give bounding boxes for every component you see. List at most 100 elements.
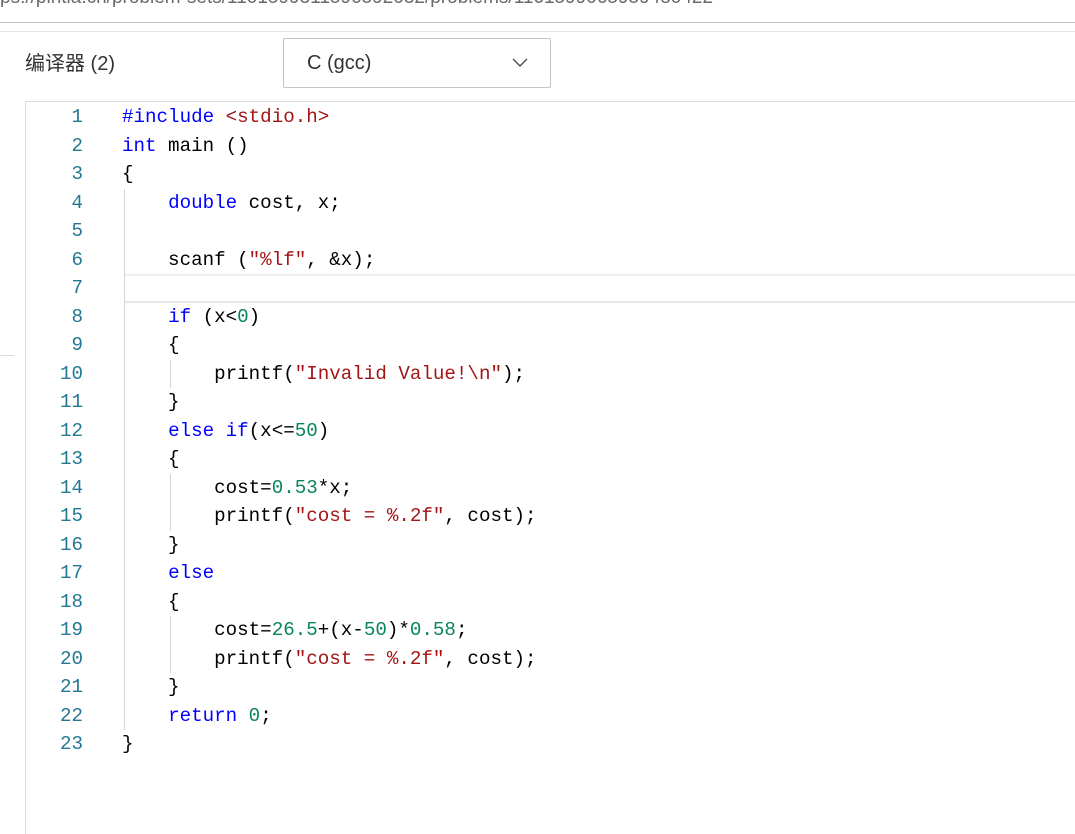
code-token: printf( <box>122 505 295 527</box>
line-number: 19 <box>59 619 83 641</box>
compiler-label: 编译器 (2) <box>25 53 115 75</box>
line-number: 13 <box>59 448 83 470</box>
code-token: , &x); <box>306 248 376 271</box>
code-line[interactable]: printf("cost = %.2f", cost); <box>122 502 537 531</box>
code-editor[interactable]: 1 2 3 4 5 6 7 8 9 10 11 12 13 14 15 16 17 18 19 20 21 22 23 #i… <box>25 101 1075 834</box>
code-line[interactable]: } <box>122 673 180 702</box>
compiler-select[interactable]: C (gcc) <box>283 38 551 88</box>
line-number: 20 <box>59 647 83 670</box>
line-number: 15 <box>59 505 83 527</box>
code-line[interactable]: } <box>122 730 134 759</box>
address-url[interactable]: ps://pintia.cn/problem-sets/110159931159… <box>0 0 713 8</box>
code-token: else <box>168 419 215 442</box>
code-token: "%lf" <box>248 248 307 271</box>
code-line[interactable]: } <box>122 531 180 560</box>
compiler-select-value: C (gcc) <box>307 52 372 74</box>
code-line[interactable]: double cost, x; <box>122 189 341 218</box>
line-number: 9 <box>71 334 83 356</box>
code-token: double <box>168 191 238 214</box>
code-token: (x< <box>191 305 238 328</box>
code-token: ) <box>248 305 261 328</box>
code-token: <stdio.h> <box>225 106 330 128</box>
header-divider <box>0 31 1075 32</box>
edge-mark <box>0 355 14 356</box>
code-token: cost= <box>122 619 272 641</box>
code-token: } <box>122 676 180 698</box>
code-token: else <box>168 562 215 584</box>
code-token: main () <box>156 134 249 157</box>
code-token: { <box>122 590 180 613</box>
code-lines[interactable]: #include <stdio.h> int main (){ double co… <box>122 103 1022 803</box>
code-line[interactable]: int main () <box>122 132 249 161</box>
code-token: int <box>122 134 157 157</box>
code-token: { <box>122 334 180 356</box>
code-token: printf( <box>122 362 295 385</box>
line-number: 22 <box>59 704 83 727</box>
code-token: "cost = %.2f" <box>294 647 445 670</box>
code-line[interactable]: scanf ("%lf", &x); <box>122 246 375 275</box>
line-number: 14 <box>59 476 83 499</box>
code-line[interactable]: cost=26.5+(x-50)*0.58; <box>122 616 467 645</box>
line-number: 18 <box>59 590 83 613</box>
code-token: "Invalid Value!\n" <box>294 362 502 385</box>
code-line[interactable]: return 0; <box>122 702 272 731</box>
line-number: 12 <box>59 419 83 442</box>
chevron-down-icon[interactable] <box>512 58 528 68</box>
address-bar[interactable]: ps://pintia.cn/problem-sets/110159931159… <box>0 0 1075 22</box>
line-number: 17 <box>59 562 83 584</box>
code-line[interactable]: { <box>122 160 134 189</box>
code-line[interactable]: printf("Invalid Value!\n"); <box>122 360 525 389</box>
code-token: 50 <box>294 419 318 442</box>
line-number: 6 <box>71 248 83 271</box>
code-token: )* <box>386 619 410 641</box>
code-line[interactable]: if (x<0) <box>122 303 260 332</box>
line-number: 3 <box>71 163 83 185</box>
code-token: 26.5 <box>271 619 318 641</box>
code-line[interactable]: else <box>122 559 214 588</box>
line-number: 7 <box>71 277 83 299</box>
code-line[interactable]: { <box>122 588 180 617</box>
line-number: 10 <box>59 362 83 385</box>
line-number-gutter: 1 2 3 4 5 6 7 8 9 10 11 12 13 14 15 16 17 18 19 20 21 22 23 <box>26 103 83 803</box>
code-token: 50 <box>363 619 387 641</box>
code-line[interactable]: #include <stdio.h> <box>122 103 329 132</box>
code-token: (x<= <box>248 419 295 442</box>
code-line[interactable]: printf("cost = %.2f", cost); <box>122 645 537 674</box>
code-line[interactable]: { <box>122 445 180 474</box>
code-token: 0.58 <box>409 619 456 641</box>
code-token: } <box>122 391 180 413</box>
code-token: , cost); <box>444 647 537 670</box>
line-number: 16 <box>59 533 83 556</box>
code-token: printf( <box>122 647 295 670</box>
line-number: 5 <box>71 220 83 242</box>
code-line[interactable]: else if(x<=50) <box>122 417 329 446</box>
code-token: if <box>225 419 249 442</box>
code-token: { <box>122 448 180 470</box>
code-token: , cost); <box>444 505 537 527</box>
line-number: 4 <box>71 191 83 214</box>
code-token: *x; <box>317 476 353 499</box>
line-number: 11 <box>59 391 83 413</box>
code-token: { <box>122 163 134 185</box>
code-line[interactable]: } <box>122 388 180 417</box>
line-number: 8 <box>71 305 83 328</box>
code-token: cost= <box>122 476 272 499</box>
code-token: ; <box>455 619 468 641</box>
code-line[interactable]: { <box>122 331 180 360</box>
code-token: #include <box>122 106 215 128</box>
line-number: 21 <box>59 676 83 698</box>
code-token: cost, x; <box>237 191 341 214</box>
code-token: +(x- <box>317 619 364 641</box>
toolbar-divider <box>0 22 1075 23</box>
line-number: 2 <box>71 134 83 157</box>
code-line[interactable]: cost=0.53*x; <box>122 474 352 503</box>
code-token: 0.53 <box>271 476 318 499</box>
